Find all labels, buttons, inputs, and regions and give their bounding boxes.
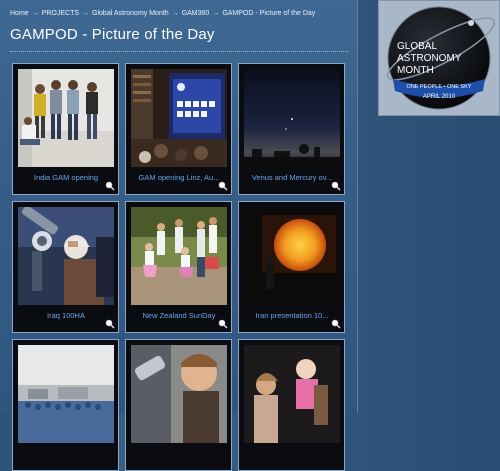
gallery-tile-row3-1[interactable]	[12, 339, 119, 471]
breadcrumb: Home → PROJECTS → Global Astronomy Month…	[10, 6, 350, 20]
photo-thumbnail[interactable]	[131, 69, 227, 167]
breadcrumb-current: GAMPOD - Picture of the Day	[222, 9, 316, 17]
tile-caption[interactable]: Venus and Mercury ov...	[242, 173, 342, 182]
logo-line-astronomy: ASTRONOMY	[397, 53, 462, 64]
zoom-icon[interactable]	[331, 319, 341, 329]
tile-caption[interactable]: Iraq 100HA	[16, 311, 116, 320]
photo-thumbnail[interactable]	[244, 207, 340, 305]
gallery-tile-gam-opening-linz[interactable]: GAM opening Linz, Au...	[125, 63, 232, 195]
zoom-icon[interactable]	[105, 181, 115, 191]
photo-gallery: India GAM opening GAM opening Linz, Au..…	[12, 63, 345, 471]
breadcrumb-separator: →	[31, 9, 39, 17]
global-astronomy-month-logo[interactable]: GLOBAL ASTRONOMY MONTH ONE PEOPLE • ONE …	[378, 0, 500, 116]
tile-caption[interactable]: New Zealand SunDay	[129, 311, 229, 320]
tile-caption[interactable]: Iran presentation 10...	[242, 311, 342, 320]
tile-caption[interactable]: India GAM opening	[16, 173, 116, 182]
gallery-tile-iraq-100ha[interactable]: Iraq 100HA	[12, 201, 119, 333]
gallery-tile-iran-presentation[interactable]: Iran presentation 10...	[238, 201, 345, 333]
photo-thumbnail[interactable]	[18, 345, 114, 443]
gallery-tile-row3-2[interactable]	[125, 339, 232, 471]
logo-line-month: MONTH	[397, 65, 434, 76]
logo-line-global: GLOBAL	[397, 41, 437, 52]
page-title: GAMPOD - Picture of the Day	[10, 26, 215, 43]
breadcrumb-separator: →	[212, 9, 220, 17]
gallery-tile-new-zealand-sunday[interactable]: New Zealand SunDay	[125, 201, 232, 333]
breadcrumb-separator: →	[171, 9, 179, 17]
photo-thumbnail[interactable]	[131, 207, 227, 305]
logo-date: APRIL 2010	[423, 94, 456, 100]
photo-thumbnail[interactable]	[18, 207, 114, 305]
zoom-icon[interactable]	[331, 181, 341, 191]
title-divider	[10, 51, 348, 52]
breadcrumb-home[interactable]: Home	[10, 10, 29, 17]
photo-thumbnail[interactable]	[244, 69, 340, 167]
breadcrumb-separator: →	[82, 9, 90, 17]
logo-tagline: ONE PEOPLE • ONE SKY	[407, 84, 472, 90]
zoom-icon[interactable]	[218, 181, 228, 191]
gallery-tile-row3-3[interactable]	[238, 339, 345, 471]
zoom-icon[interactable]	[105, 319, 115, 329]
breadcrumb-gam360[interactable]: GAM360	[182, 10, 210, 17]
gallery-tile-venus-and-mercury[interactable]: Venus and Mercury ov...	[238, 63, 345, 195]
gallery-tile-india-gam-opening[interactable]: India GAM opening	[12, 63, 119, 195]
main-content: Home → PROJECTS → Global Astronomy Month…	[0, 0, 358, 471]
tile-caption[interactable]: GAM opening Linz, Au...	[129, 173, 229, 182]
breadcrumb-global-astronomy-month[interactable]: Global Astronomy Month	[92, 10, 169, 17]
zoom-icon[interactable]	[218, 319, 228, 329]
photo-thumbnail[interactable]	[131, 345, 227, 443]
photo-thumbnail[interactable]	[244, 345, 340, 443]
breadcrumb-projects[interactable]: PROJECTS	[42, 10, 79, 17]
photo-thumbnail[interactable]	[18, 69, 114, 167]
